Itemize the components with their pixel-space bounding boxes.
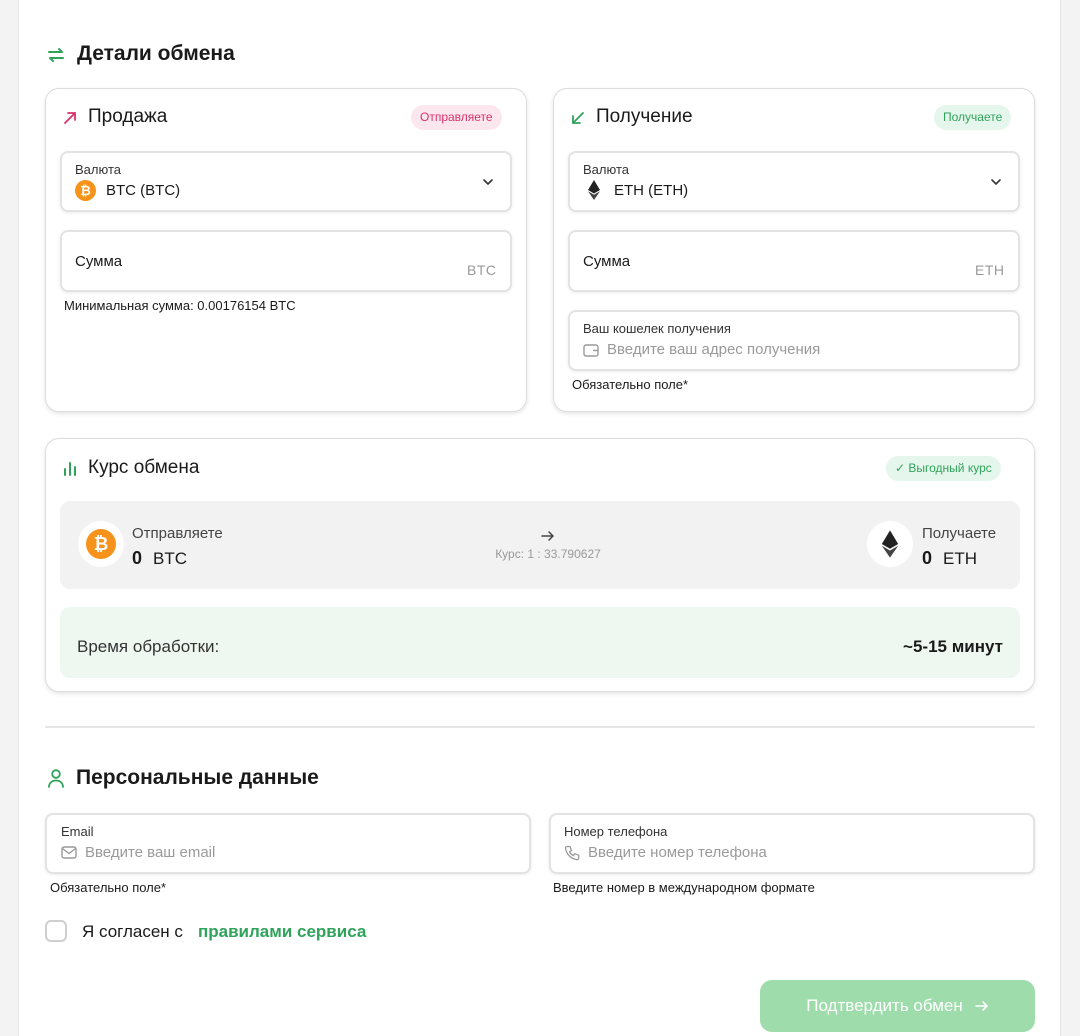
receive-amount: 0 [922,548,933,568]
chevron-down-icon [991,179,1001,186]
ethereum-icon [881,530,899,558]
exchange-arrows-icon [48,48,64,62]
user-icon [48,769,64,788]
sell-title: Продажа [88,106,168,127]
personal-data-title: Персональные данные [76,766,319,789]
confirm-exchange-label: Подтвердить обмен [806,996,963,1015]
rate-title: Курс обмена [88,457,200,478]
sell-amount-input[interactable] [60,230,512,292]
sell-amount-label: Сумма [75,253,123,270]
rate-text: Курс: 1 : 33.790627 [495,547,601,561]
rate-badge: ✓ Выгодный курс [886,456,1001,481]
wallet-label: Ваш кошелек получения [583,321,731,336]
wallet-icon [583,344,599,357]
receive-amount-label: Сумма [583,253,631,270]
send-unit: BTC [153,549,187,568]
email-label: Email [61,824,94,839]
arrow-right-icon [974,1001,988,1011]
exchange-details-title: Детали обмена [77,42,235,65]
phone-format-hint: Введите номер в международном формате [553,880,815,895]
bitcoin-icon: ₿ [86,529,116,559]
send-amount: 0 [132,548,143,568]
agree-text: Я согласен с [82,922,183,941]
sell-amount-unit: BTC [467,262,497,278]
chevron-down-icon [483,179,493,186]
email-required-hint: Обязательно поле* [50,880,167,895]
bar-chart-icon [64,462,76,476]
agree-checkbox[interactable] [45,920,67,942]
send-label: Отправляете [132,525,223,542]
receive-label: Получаете [922,525,997,542]
receive-amount-unit: ETH [975,262,1005,278]
arrow-up-right-icon [64,112,76,124]
receive-currency-value: ETH (ETH) [614,182,689,199]
arrow-down-left-icon [572,112,584,124]
receive-badge: Получаете [934,105,1012,130]
sell-min-hint: Минимальная сумма: 0.00176154 BTC [64,298,296,313]
ethereum-icon [588,180,600,200]
section-divider [45,726,1035,728]
phone-label: Номер телефона [564,824,668,839]
receive-coin-badge [867,521,913,567]
terms-link[interactable]: правилами сервиса [198,922,366,942]
processing-value: ~5-15 минут [903,637,1003,656]
wallet-placeholder: Введите ваш адрес получения [607,341,821,358]
phone-placeholder: Введите номер телефона [588,844,767,861]
receive-title: Получение [596,106,693,127]
mail-icon [61,846,77,859]
arrow-right-icon [541,531,555,541]
bitcoin-icon: ₿ [75,180,96,201]
email-placeholder: Введите ваш email [85,844,216,861]
wallet-required-hint: Обязательно поле* [572,377,689,392]
send-coin-badge: ₿ [78,521,124,567]
receive-unit: ETH [943,549,977,568]
receive-amount-input[interactable] [568,230,1020,292]
sell-badge: Отправляете [411,105,502,130]
receive-currency-label: Валюта [583,162,629,177]
processing-label: Время обработки: [77,637,220,656]
sell-currency-value: BTC (BTC) [106,182,181,199]
phone-icon [564,845,580,861]
sell-currency-label: Валюта [75,162,121,177]
confirm-exchange-button[interactable]: Подтвердить обмен [760,980,1035,1032]
